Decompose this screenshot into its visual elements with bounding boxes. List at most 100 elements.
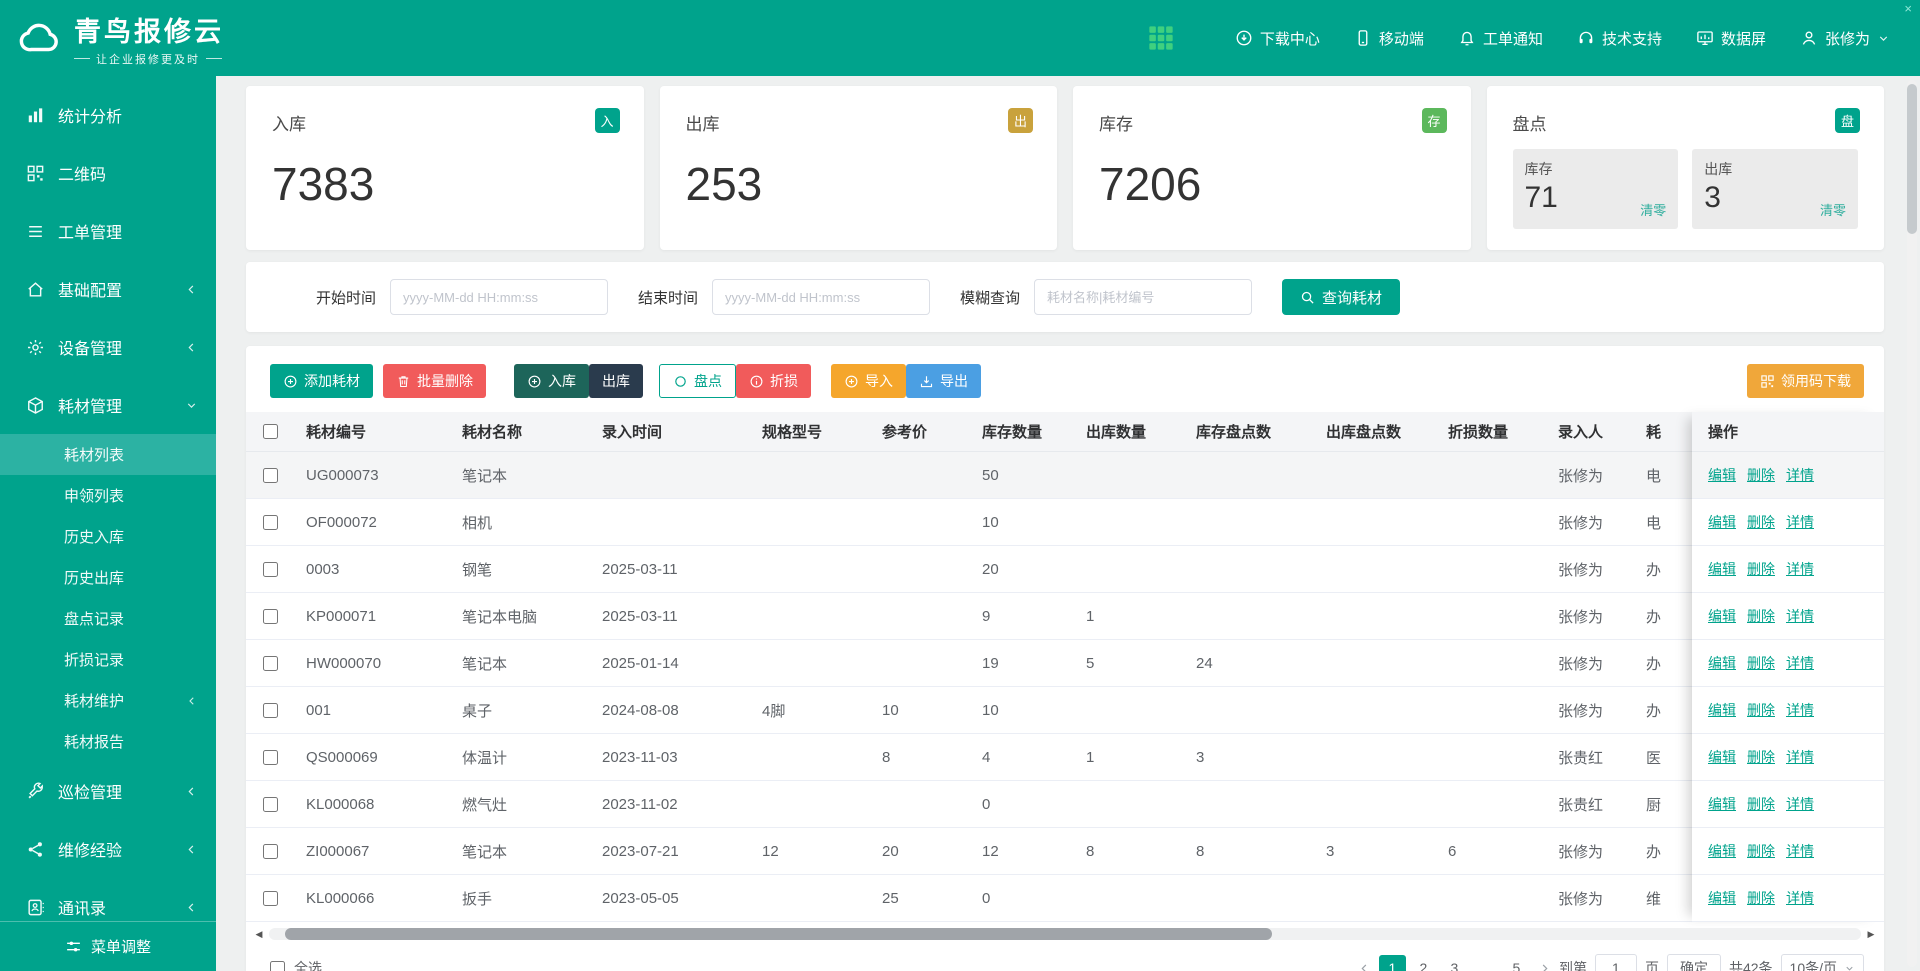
detail-link[interactable]: 详情 — [1786, 747, 1814, 767]
reset-stock-link[interactable]: 清零 — [1640, 200, 1666, 219]
nav-data-screen[interactable]: 数据屏 — [1696, 28, 1766, 49]
edit-link[interactable]: 编辑 — [1708, 700, 1736, 720]
start-time-input[interactable] — [390, 279, 608, 315]
scrollbar-thumb[interactable] — [285, 928, 1272, 940]
page-jump-input[interactable] — [1595, 954, 1637, 971]
edit-link[interactable]: 编辑 — [1708, 841, 1736, 861]
table-row[interactable]: 001 桌子 2024-08-08 4脚 10 1 — [246, 687, 1884, 734]
table-row[interactable]: KL000068 燃气灶 2023-11-02 — [246, 781, 1884, 828]
row-checkbox[interactable] — [263, 844, 278, 859]
search-consumables-button[interactable]: 查询耗材 — [1282, 279, 1400, 315]
sidebar-item-consumables[interactable]: 耗材管理 — [0, 376, 216, 434]
detail-link[interactable]: 详情 — [1786, 888, 1814, 908]
sidebar-item-statistics[interactable]: 统计分析 — [0, 86, 216, 144]
detail-link[interactable]: 详情 — [1786, 841, 1814, 861]
fuzzy-query-input[interactable] — [1034, 279, 1252, 315]
detail-link[interactable]: 详情 — [1786, 559, 1814, 579]
confirm-page-button[interactable]: 确定 — [1667, 954, 1721, 971]
vertical-scrollbar[interactable] — [1907, 80, 1917, 967]
sidebar-item-qrcode[interactable]: 二维码 — [0, 144, 216, 202]
edit-link[interactable]: 编辑 — [1708, 747, 1736, 767]
submenu-item[interactable]: 申领列表 — [0, 475, 216, 516]
table-row[interactable]: HW000070 笔记本 2025-01-14 — [246, 640, 1884, 687]
select-all-footer-checkbox[interactable] — [270, 961, 285, 971]
table-row[interactable]: UG000073 笔记本 50 — [246, 452, 1884, 499]
table-row[interactable]: KP000071 笔记本电脑 2025-03-11 — [246, 593, 1884, 640]
row-checkbox[interactable] — [263, 891, 278, 906]
edit-link[interactable]: 编辑 — [1708, 888, 1736, 908]
submenu-item[interactable]: 耗材维护 — [0, 680, 216, 721]
sidebar-item-repair-experience[interactable]: 维修经验 — [0, 820, 216, 878]
nav-tech-support[interactable]: 技术支持 — [1577, 28, 1662, 49]
submenu-item[interactable]: 历史入库 — [0, 516, 216, 557]
delete-link[interactable]: 删除 — [1747, 559, 1775, 579]
page-button[interactable]: 5 — [1503, 955, 1530, 971]
delete-link[interactable]: 删除 — [1747, 794, 1775, 814]
scroll-left-arrow[interactable]: ◀ — [252, 927, 266, 941]
detail-link[interactable]: 详情 — [1786, 794, 1814, 814]
page-button[interactable]: 2 — [1410, 955, 1437, 971]
scroll-right-arrow[interactable]: ▶ — [1864, 927, 1878, 941]
delete-link[interactable]: 删除 — [1747, 888, 1775, 908]
row-checkbox[interactable] — [263, 468, 278, 483]
page-button[interactable]: ... — [1472, 955, 1499, 971]
edit-link[interactable]: 编辑 — [1708, 559, 1736, 579]
row-checkbox[interactable] — [263, 797, 278, 812]
edit-link[interactable]: 编辑 — [1708, 794, 1736, 814]
table-row[interactable]: ZI000067 笔记本 2023-07-21 12 20 — [246, 828, 1884, 875]
edit-link[interactable]: 编辑 — [1708, 512, 1736, 532]
submenu-item[interactable]: 折损记录 — [0, 639, 216, 680]
next-page-icon[interactable] — [1538, 962, 1551, 971]
select-all-checkbox[interactable] — [263, 424, 278, 439]
delete-link[interactable]: 删除 — [1747, 653, 1775, 673]
vertical-scrollbar-thumb[interactable] — [1907, 84, 1917, 234]
page-size-select[interactable]: 10条/页 — [1781, 954, 1864, 971]
edit-link[interactable]: 编辑 — [1708, 465, 1736, 485]
reset-outbound-link[interactable]: 清零 — [1820, 200, 1846, 219]
delete-link[interactable]: 删除 — [1747, 512, 1775, 532]
pickup-code-download-button[interactable]: 领用码下载 — [1747, 364, 1864, 398]
detail-link[interactable]: 详情 — [1786, 606, 1814, 626]
table-row[interactable]: 0003 钢笔 2025-03-11 20 — [246, 546, 1884, 593]
batch-delete-button[interactable]: 批量删除 — [383, 364, 486, 398]
edit-link[interactable]: 编辑 — [1708, 653, 1736, 673]
nav-user-menu[interactable]: 张修为 — [1800, 28, 1890, 49]
row-checkbox[interactable] — [263, 562, 278, 577]
detail-link[interactable]: 详情 — [1786, 512, 1814, 532]
sidebar-item-workorder[interactable]: 工单管理 — [0, 202, 216, 260]
row-checkbox[interactable] — [263, 750, 278, 765]
stock-check-button[interactable]: 盘点 — [659, 364, 736, 398]
nav-workorder-notice[interactable]: 工单通知 — [1458, 28, 1543, 49]
apps-grid-icon[interactable] — [1147, 24, 1175, 52]
delete-link[interactable]: 删除 — [1747, 700, 1775, 720]
delete-link[interactable]: 删除 — [1747, 465, 1775, 485]
table-row[interactable]: QS000069 体温计 2023-11-03 8 — [246, 734, 1884, 781]
nav-download-center[interactable]: 下载中心 — [1235, 28, 1320, 49]
close-icon[interactable]: × — [1904, 1, 1912, 16]
end-time-input[interactable] — [712, 279, 930, 315]
row-checkbox[interactable] — [263, 515, 278, 530]
stock-in-button[interactable]: 入库 — [514, 364, 589, 398]
row-checkbox[interactable] — [263, 703, 278, 718]
detail-link[interactable]: 详情 — [1786, 465, 1814, 485]
submenu-item[interactable]: 盘点记录 — [0, 598, 216, 639]
table-row[interactable]: OF000072 相机 10 — [246, 499, 1884, 546]
stock-out-button[interactable]: 出库 — [589, 364, 643, 398]
detail-link[interactable]: 详情 — [1786, 700, 1814, 720]
delete-link[interactable]: 删除 — [1747, 747, 1775, 767]
sidebar-item-device-mgmt[interactable]: 设备管理 — [0, 318, 216, 376]
nav-mobile[interactable]: 移动端 — [1354, 28, 1424, 49]
submenu-item[interactable]: 历史出库 — [0, 557, 216, 598]
delete-link[interactable]: 删除 — [1747, 841, 1775, 861]
delete-link[interactable]: 删除 — [1747, 606, 1775, 626]
submenu-item[interactable]: 耗材报告 — [0, 721, 216, 762]
scrollbar-track[interactable] — [269, 928, 1861, 940]
import-button[interactable]: 导入 — [831, 364, 906, 398]
sidebar-item-basic-config[interactable]: 基础配置 — [0, 260, 216, 318]
detail-link[interactable]: 详情 — [1786, 653, 1814, 673]
sidebar-item-inspection[interactable]: 巡检管理 — [0, 762, 216, 820]
edit-link[interactable]: 编辑 — [1708, 606, 1736, 626]
prev-page-icon[interactable] — [1358, 962, 1371, 971]
add-consumable-button[interactable]: 添加耗材 — [270, 364, 373, 398]
row-checkbox[interactable] — [263, 609, 278, 624]
